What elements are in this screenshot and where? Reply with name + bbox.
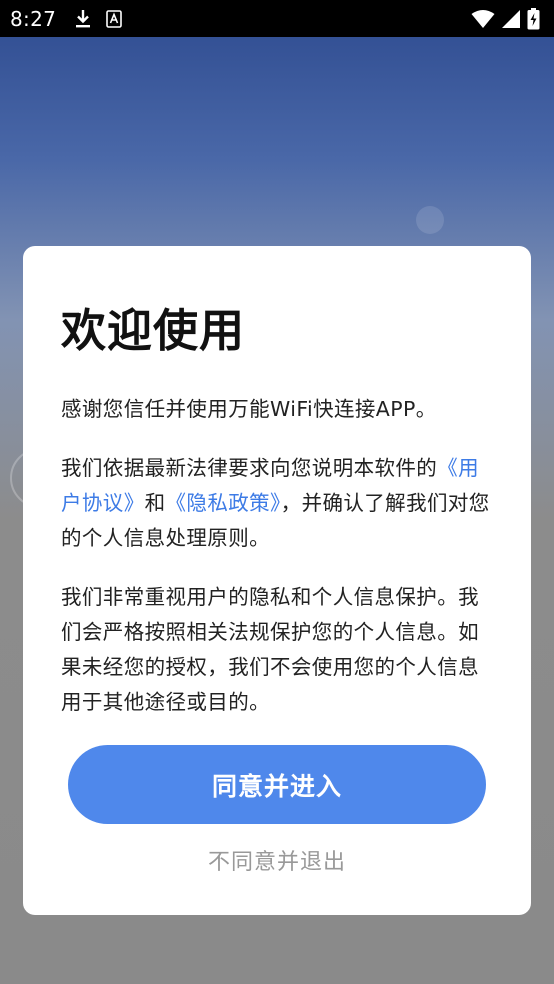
status-bar: 8:27 (0, 0, 554, 37)
privacy-paragraph: 我们非常重视用户的隐私和个人信息保护。我们会严格按照相关法规保护您的个人信息。如… (61, 585, 479, 714)
agreement-text: 我们依据最新法律要求向您说明本软件的 (61, 456, 438, 480)
download-icon (74, 9, 92, 29)
privacy-policy-link[interactable]: 《隐私政策》 (166, 491, 281, 515)
dialog-title: 欢迎使用 (61, 304, 246, 357)
status-system-icons (471, 7, 540, 30)
agree-button[interactable]: 同意并进入 (68, 745, 486, 824)
status-notification-icons (74, 9, 122, 29)
signal-icon (501, 9, 521, 29)
wifi-icon (471, 9, 495, 29)
agreement-paragraph: 我们依据最新法律要求向您说明本软件的《用户协议》和《隐私政策》，并确认了解我们对… (61, 451, 493, 556)
background-decoration (416, 206, 444, 234)
disagree-exit-link[interactable]: 不同意并退出 (23, 844, 531, 876)
keyboard-a-icon (106, 9, 122, 28)
status-time: 8:27 (10, 6, 57, 31)
battery-charging-icon (527, 7, 540, 30)
agreement-text: 和 (144, 491, 166, 515)
privacy-consent-dialog: 欢迎使用 感谢您信任并使用万能WiFi快连接APP。 我们依据最新法律要求向您说… (23, 246, 531, 915)
welcome-paragraph: 感谢您信任并使用万能WiFi快连接APP。 (61, 397, 437, 421)
screen: 8:27 欢迎使用 感谢您信任并使用万能WiFi快连接APP。 我们依据最新法律… (0, 0, 554, 984)
